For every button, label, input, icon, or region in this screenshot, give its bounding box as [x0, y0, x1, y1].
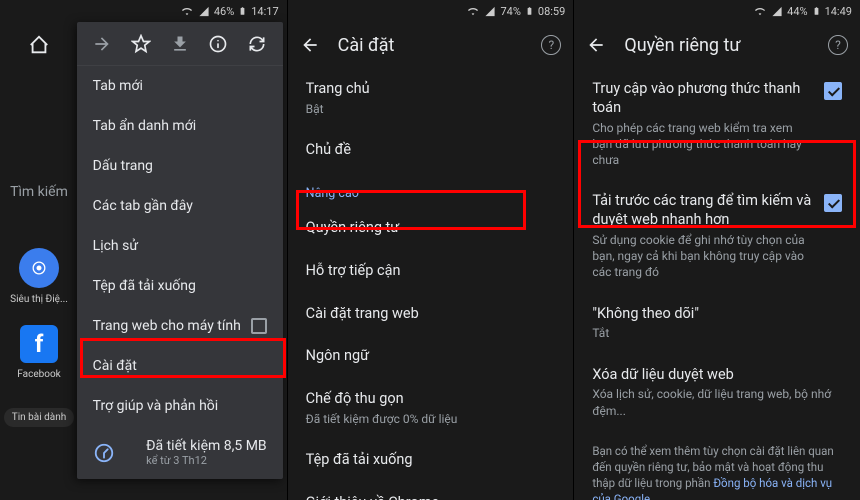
- privacy-clear-data[interactable]: Xóa dữ liệu duyệt web Xóa lịch sử, cooki…: [592, 354, 842, 431]
- back-icon[interactable]: [586, 35, 606, 55]
- wifi-icon: [466, 6, 480, 17]
- menu-settings[interactable]: Cài đặt: [77, 346, 283, 386]
- menu-downloads[interactable]: Tệp đã tải xuống: [77, 266, 283, 306]
- signal-icon: [484, 6, 496, 17]
- battery-icon: [525, 4, 534, 18]
- browser-home: Tìm kiếm Siêu thị Điệ... f Facebook Tin …: [0, 22, 78, 500]
- news-chip[interactable]: Tin bài dành: [4, 408, 74, 427]
- menu-new-tab[interactable]: Tab mới: [77, 66, 283, 106]
- menu-help[interactable]: Trợ giúp và phản hồi: [77, 386, 283, 426]
- quick-link-2[interactable]: f: [20, 325, 58, 363]
- battery-text: 44%: [787, 5, 807, 18]
- clock-text: 14:49: [825, 5, 852, 18]
- home-icon[interactable]: [28, 34, 50, 176]
- app-bar: Quyền riêng tư ?: [574, 22, 860, 68]
- settings-about[interactable]: Giới thiệu về Chrome: [306, 482, 556, 500]
- settings-site[interactable]: Cài đặt trang web: [306, 293, 556, 336]
- refresh-icon[interactable]: [247, 34, 267, 54]
- phone-1-screen: 46% 14:17 Tìm kiếm Siêu thị Điệ... f Fac…: [0, 0, 287, 500]
- speedometer-icon: [93, 442, 115, 464]
- page-title: Cài đặt: [338, 35, 524, 56]
- quick-link-1[interactable]: [19, 248, 59, 288]
- status-bar: 44% 14:49: [574, 0, 860, 22]
- help-icon[interactable]: ?: [541, 35, 561, 55]
- preload-checkbox[interactable]: [824, 194, 842, 212]
- signal-icon: [771, 6, 783, 17]
- battery-text: 74%: [500, 5, 520, 18]
- wifi-icon: [753, 6, 767, 17]
- data-saved-sub: kể từ 3 Th12: [146, 454, 267, 467]
- settings-language[interactable]: Ngôn ngữ: [306, 335, 556, 378]
- menu-recent-tabs[interactable]: Các tab gần đây: [77, 186, 283, 226]
- desktop-site-checkbox[interactable]: [251, 318, 267, 334]
- section-advanced: Nâng cao: [306, 172, 556, 207]
- search-input[interactable]: Tìm kiếm: [0, 176, 78, 208]
- menu-data-saved[interactable]: Đã tiết kiệm 8,5 MB kể từ 3 Th12: [77, 426, 283, 479]
- clock-text: 14:17: [251, 5, 278, 18]
- app-bar: Cài đặt ?: [288, 22, 574, 68]
- quick-link-1-label: Siêu thị Điệ...: [10, 294, 68, 305]
- menu-desktop-site[interactable]: Trang web cho máy tính: [77, 306, 283, 346]
- menu-history[interactable]: Lịch sử: [77, 226, 283, 266]
- download-icon[interactable]: [170, 34, 190, 54]
- battery-icon: [812, 4, 821, 18]
- forward-icon[interactable]: [92, 34, 112, 54]
- phone-3-screen: 44% 14:49 Quyền riêng tư ? Truy cập vào …: [573, 0, 860, 500]
- info-icon[interactable]: [208, 34, 228, 54]
- privacy-footnote: Bạn có thể xem thêm tùy chọn cài đặt liê…: [592, 431, 842, 500]
- help-icon[interactable]: ?: [828, 35, 848, 55]
- privacy-payment-access[interactable]: Truy cập vào phương thức thanh toán Cho …: [592, 68, 842, 180]
- payment-checkbox[interactable]: [824, 82, 842, 100]
- settings-datasaver[interactable]: Chế độ thu gọn Đã tiết kiệm được 0% dữ l…: [306, 378, 556, 439]
- status-bar: 74% 08:59: [288, 0, 574, 22]
- menu-bookmarks[interactable]: Dấu trang: [77, 146, 283, 186]
- overflow-menu: Tab mới Tab ẩn danh mới Dấu trang Các ta…: [77, 22, 283, 479]
- settings-downloads[interactable]: Tệp đã tải xuống: [306, 439, 556, 482]
- settings-accessibility[interactable]: Hỗ trợ tiếp cận: [306, 250, 556, 293]
- battery-icon: [238, 4, 247, 18]
- signal-icon: [198, 6, 210, 17]
- page-title: Quyền riêng tư: [624, 35, 810, 56]
- privacy-dnt[interactable]: "Không theo dõi" Tắt: [592, 293, 842, 354]
- quick-link-2-label: Facebook: [17, 369, 60, 380]
- data-saved-title: Đã tiết kiệm 8,5 MB: [146, 438, 267, 454]
- settings-theme[interactable]: Chủ đề: [306, 129, 556, 172]
- clock-text: 08:59: [538, 5, 565, 18]
- battery-text: 46%: [214, 5, 234, 18]
- settings-homepage[interactable]: Trang chủ Bật: [306, 68, 556, 129]
- phone-2-screen: 74% 08:59 Cài đặt ? Trang chủ Bật Chủ đề…: [287, 0, 574, 500]
- privacy-preload[interactable]: Tải trước các trang để tìm kiếm và duyệt…: [592, 180, 842, 292]
- wifi-icon: [180, 6, 194, 17]
- status-bar: 46% 14:17: [0, 0, 287, 22]
- bookmark-icon[interactable]: [131, 34, 151, 54]
- back-icon[interactable]: [300, 35, 320, 55]
- settings-privacy[interactable]: Quyền riêng tư: [306, 207, 556, 250]
- menu-incognito[interactable]: Tab ẩn danh mới: [77, 106, 283, 146]
